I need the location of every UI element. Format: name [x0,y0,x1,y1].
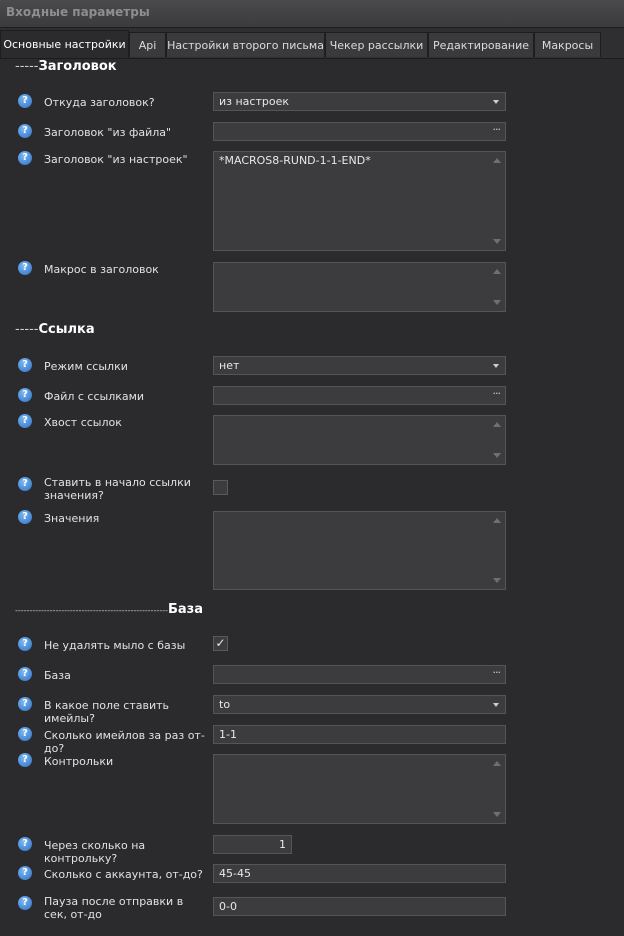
scroll-up-icon[interactable] [493,158,501,163]
label-header-file: Заголовок "из файла" [44,126,172,139]
scrollbar[interactable] [490,513,504,588]
help-icon[interactable]: ? [18,414,32,428]
help-icon[interactable]: ? [18,866,32,880]
base-per-account-input[interactable]: 45-45 [213,864,506,883]
section-link-title: -----Ссылка [15,322,95,337]
label-base-count: Сколько имейлов за раз от-до? [44,729,205,755]
label-header-source: Откуда заголовок? [44,96,155,109]
section-base-title: ----------------------------------------… [15,602,204,617]
help-icon[interactable]: ? [18,358,32,372]
base-file-input[interactable]: ··· [213,665,506,684]
link-tail-textarea[interactable] [213,415,506,465]
label-link-tail: Хвост ссылок [44,416,122,429]
base-pause-input[interactable]: 0-0 [213,897,506,916]
scroll-down-icon[interactable] [493,812,501,817]
link-mode-select[interactable]: нет [213,356,506,375]
scrollbar[interactable] [490,417,504,463]
label-base-controls: Контрольки [44,755,114,768]
section-header-title: -----Заголовок [15,59,117,74]
tab-api[interactable]: Api [129,32,166,57]
scroll-up-icon[interactable] [493,422,501,427]
help-icon[interactable]: ? [18,697,32,711]
tab-second-letter[interactable]: Настройки второго письма [166,32,325,57]
help-icon[interactable]: ? [18,753,32,767]
link-values-textarea[interactable] [213,511,506,590]
label-link-file: Файл с ссылками [44,390,145,403]
tab-macros[interactable]: Макросы [534,32,601,57]
base-count-input[interactable]: 1-1 [213,725,506,744]
browse-icon[interactable]: ··· [493,664,501,681]
help-icon[interactable]: ? [18,477,32,491]
base-keep-checkbox[interactable]: ✓ [213,636,228,651]
label-base-file: База [44,669,71,682]
scrollbar[interactable] [490,756,504,822]
header-settings-textarea[interactable]: *MACROS8-RUND-1-1-END* [213,151,506,251]
help-icon[interactable]: ? [18,388,32,402]
tab-editing[interactable]: Редактирование [428,32,534,57]
label-link-mode: Режим ссылки [44,360,128,373]
label-base-pause: Пауза после отправки в сек, от-до [44,895,184,921]
label-base-keep: Не удалять мыло с базы [44,639,186,652]
scroll-down-icon[interactable] [493,578,501,583]
header-file-input[interactable]: ··· [213,122,506,141]
help-icon[interactable]: ? [18,837,32,851]
link-prefix-checkbox[interactable] [213,480,228,495]
scroll-down-icon[interactable] [493,300,501,305]
settings-panel: -----Заголовок ? Откуда заголовок? из на… [0,59,624,936]
label-header-settings: Заголовок "из настроек" [44,153,188,166]
help-icon[interactable]: ? [18,261,32,275]
tab-bar: Основные настройки Api Настройки второго… [0,28,624,59]
scroll-down-icon[interactable] [493,453,501,458]
label-link-prefix: Ставить в начало ссылки значения? [44,476,191,502]
label-base-every: Через сколько на контрольку? [44,839,146,865]
tab-main-settings[interactable]: Основные настройки [0,30,129,58]
label-link-values: Значения [44,512,100,525]
scroll-down-icon[interactable] [493,239,501,244]
label-base-field: В какое поле ставить имейлы? [44,699,170,725]
window-title: Входные параметры [6,5,150,19]
help-icon[interactable]: ? [18,94,32,108]
base-every-spinbox[interactable]: 1 [213,835,292,854]
help-icon[interactable]: ? [18,727,32,741]
scroll-up-icon[interactable] [493,518,501,523]
browse-icon[interactable]: ··· [493,385,501,402]
scroll-up-icon[interactable] [493,761,501,766]
window-titlebar: Входные параметры [0,0,624,28]
help-icon[interactable]: ? [18,637,32,651]
help-icon[interactable]: ? [18,896,32,910]
header-macro-textarea[interactable] [213,262,506,312]
help-icon[interactable]: ? [18,510,32,524]
base-field-select[interactable]: to [213,695,506,714]
help-icon[interactable]: ? [18,151,32,165]
browse-icon[interactable]: ··· [493,121,501,138]
base-controls-textarea[interactable] [213,754,506,824]
label-header-macro: Макрос в заголовок [44,263,159,276]
help-icon[interactable]: ? [18,667,32,681]
help-icon[interactable]: ? [18,124,32,138]
tab-mailing-checker[interactable]: Чекер рассылки [325,32,428,57]
header-source-select[interactable]: из настроек [213,92,506,111]
link-file-input[interactable]: ··· [213,386,506,405]
scrollbar[interactable] [490,264,504,310]
scroll-up-icon[interactable] [493,269,501,274]
label-base-per-account: Сколько с аккаунта, от-до? [44,868,203,881]
scrollbar[interactable] [490,153,504,249]
